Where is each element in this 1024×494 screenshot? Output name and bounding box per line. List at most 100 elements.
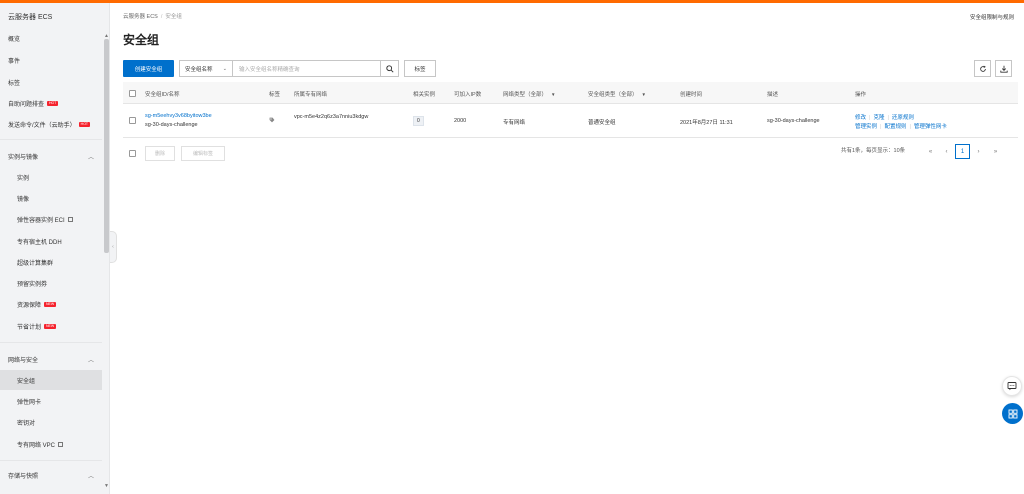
new-badge: NEW [44, 301, 57, 307]
tag-shape [269, 117, 275, 123]
app-menu-button[interactable] [1002, 403, 1023, 424]
breadcrumb: 云服务器 ECS / 安全组 [123, 12, 182, 20]
sidebar-divider [0, 460, 102, 461]
sidebar-item-ddh[interactable]: 专有宿主机 DDH [0, 231, 102, 251]
download-icon [999, 65, 1008, 73]
created-time: 2021年8月27日 11:31 [680, 120, 733, 126]
restore-rules-link[interactable]: 还原规则 [892, 115, 914, 121]
sidebar-divider [0, 139, 102, 140]
sidebar-item-super-computing[interactable]: 超级计算集群 [0, 252, 102, 272]
instance-count-badge: 0 [413, 116, 424, 126]
clone-link[interactable]: 克隆 [873, 115, 884, 121]
modify-link[interactable]: 修改 [855, 115, 866, 121]
sg-id-link[interactable]: sg-m5eehvy3v68byitow3be [145, 113, 212, 119]
sidebar-group-instances-images[interactable]: 实例与镜像 ︿ [0, 146, 102, 166]
bulk-delete-button[interactable]: 删除 [145, 146, 175, 161]
sg-name: sg-30-days-challenge [145, 122, 198, 128]
sidebar-item-events[interactable]: 事件 [0, 50, 102, 70]
external-link-icon [58, 441, 64, 447]
col-header-sg-type[interactable]: 安全组类型（全部） ▼ [588, 90, 646, 98]
sidebar-item-instances[interactable]: 实例 [0, 167, 102, 187]
col-header-vpc: 所属专有网络 [294, 92, 328, 98]
col-header-network-type[interactable]: 网络类型（全部） ▼ [503, 90, 555, 98]
sidebar-item-savings-plan[interactable]: 节省计划 NEW [0, 316, 102, 336]
chevron-up-icon: ︿ [87, 357, 94, 364]
last-page-button[interactable]: » [988, 144, 1003, 159]
breadcrumb-root[interactable]: 云服务器 ECS [123, 14, 158, 20]
col-header-instances: 相关实例 [413, 92, 436, 98]
sidebar: 云服务器 ECS 概览 事件 标签 自助问题排查 HOT 发送命令/文件（云助手）… [0, 3, 110, 494]
first-page-button[interactable]: « [923, 144, 938, 159]
external-link-icon [67, 216, 73, 222]
sidebar-divider [0, 342, 102, 343]
sidebar-title: 云服务器 ECS [8, 14, 53, 21]
related-instances[interactable]: 0 [413, 116, 424, 126]
sidebar-item-vpc[interactable]: 专有网络 VPC [0, 434, 102, 454]
scroll-down-icon[interactable]: ▼ [104, 483, 109, 489]
col-header-id-name: 安全组ID/名称 [145, 92, 180, 98]
tag-icon[interactable] [269, 117, 275, 125]
caret-down-icon: ▼ [551, 92, 556, 97]
sidebar-item-images[interactable]: 镜像 [0, 188, 102, 208]
search-input[interactable]: 输入安全组名称精确查询 [233, 60, 381, 77]
sidebar-item-cloud-assistant[interactable]: 发送命令/文件（云助手） HOT [0, 114, 102, 134]
row-actions-2: 管理实例 | 配置规则 | 管理弹性网卡 [855, 124, 947, 130]
scrollbar-thumb[interactable] [104, 39, 109, 253]
sidebar-item-troubleshoot[interactable]: 自助问题排查 HOT [0, 93, 102, 113]
feedback-button[interactable] [1002, 376, 1022, 396]
page-title: 安全组 [123, 33, 160, 47]
row-actions-1: 修改 | 克隆 | 还原规则 [855, 115, 914, 121]
page-1-button[interactable]: 1 [955, 144, 970, 159]
col-header-description: 描述 [767, 92, 779, 98]
prev-page-button[interactable]: ‹ [939, 144, 954, 159]
sg-type: 普通安全组 [588, 120, 616, 126]
refresh-icon [979, 65, 986, 72]
caret-down-icon: ▼ [641, 92, 646, 97]
row-checkbox[interactable] [129, 117, 136, 124]
next-page-button[interactable]: › [971, 144, 986, 159]
col-header-ip-count: 可加入IP数 [454, 92, 482, 98]
chevron-down-icon: ⌄ [222, 65, 227, 72]
hot-badge: HOT [78, 121, 91, 127]
sidebar-group-storage-snapshots[interactable]: 存储与快照 ︿ [0, 465, 102, 485]
col-header-tags: 标签 [269, 92, 281, 98]
sidebar-item-key-pairs[interactable]: 密钥对 [0, 412, 102, 432]
sidebar-item-eni[interactable]: 弹性网卡 [0, 391, 102, 411]
sidebar-item-tags[interactable]: 标签 [0, 72, 102, 92]
hot-badge: HOT [47, 100, 59, 106]
table-row: sg-m5eehvy3v68byitow3be sg-30-days-chall… [123, 104, 1018, 138]
configure-rules-link[interactable]: 配置规则 [884, 124, 906, 130]
ip-count: 2000 [454, 118, 467, 124]
bulk-edit-tags-button[interactable]: 编辑标签 [181, 146, 225, 161]
create-security-group-button[interactable]: 创建安全组 [123, 60, 174, 77]
new-badge: NEW [44, 323, 57, 329]
download-button[interactable] [995, 60, 1012, 77]
breadcrumb-separator: / [160, 14, 163, 20]
sidebar-scrollbar[interactable]: ▲ ▼ [103, 33, 109, 491]
manage-instances-link[interactable]: 管理实例 [855, 124, 877, 130]
search-button[interactable] [381, 60, 399, 77]
sidebar-item-reserved-instances[interactable]: 预留实例券 [0, 273, 102, 293]
pager-summary: 共有1条，每页显示：10条 [841, 148, 906, 154]
select-all-checkbox[interactable] [129, 90, 136, 97]
search-icon [385, 64, 394, 73]
sidebar-item-resource-assurance[interactable]: 资源保障 NEW [0, 294, 102, 314]
grid-apps-icon [1008, 409, 1017, 418]
sidebar-item-security-groups[interactable]: 安全组 [0, 370, 102, 390]
bulk-select-checkbox[interactable] [129, 150, 136, 157]
sidebar-group-network-security[interactable]: 网络与安全 ︿ [0, 349, 102, 369]
sg-limits-link[interactable]: 安全组限制与规则 [970, 13, 1014, 21]
col-header-created: 创建时间 [680, 92, 703, 98]
tag-filter-button[interactable]: 标签 [404, 60, 436, 77]
vpc-id: vpc-m5e4z2q6z3a7nniu3kdgw [294, 114, 369, 120]
sidebar-item-overview[interactable]: 概览 [0, 28, 102, 48]
manage-eni-link[interactable]: 管理弹性网卡 [914, 124, 947, 130]
network-type: 专有网络 [503, 120, 526, 126]
filter-field-select[interactable]: 安全组名称 ⌄ [179, 60, 233, 77]
col-header-actions: 操作 [855, 92, 867, 98]
refresh-button[interactable] [974, 60, 991, 77]
table-header: 安全组ID/名称 标签 所属专有网络 相关实例 可加入IP数 网络类型（全部） ▼… [123, 82, 1018, 104]
sidebar-item-eci[interactable]: 弹性容器实例 ECI [0, 209, 102, 229]
main-content: 云服务器 ECS / 安全组 安全组限制与规则 安全组 创建安全组 安全组名称 ⌄ … [117, 3, 1024, 494]
sidebar-collapse-toggle[interactable]: ‹ [110, 231, 117, 263]
